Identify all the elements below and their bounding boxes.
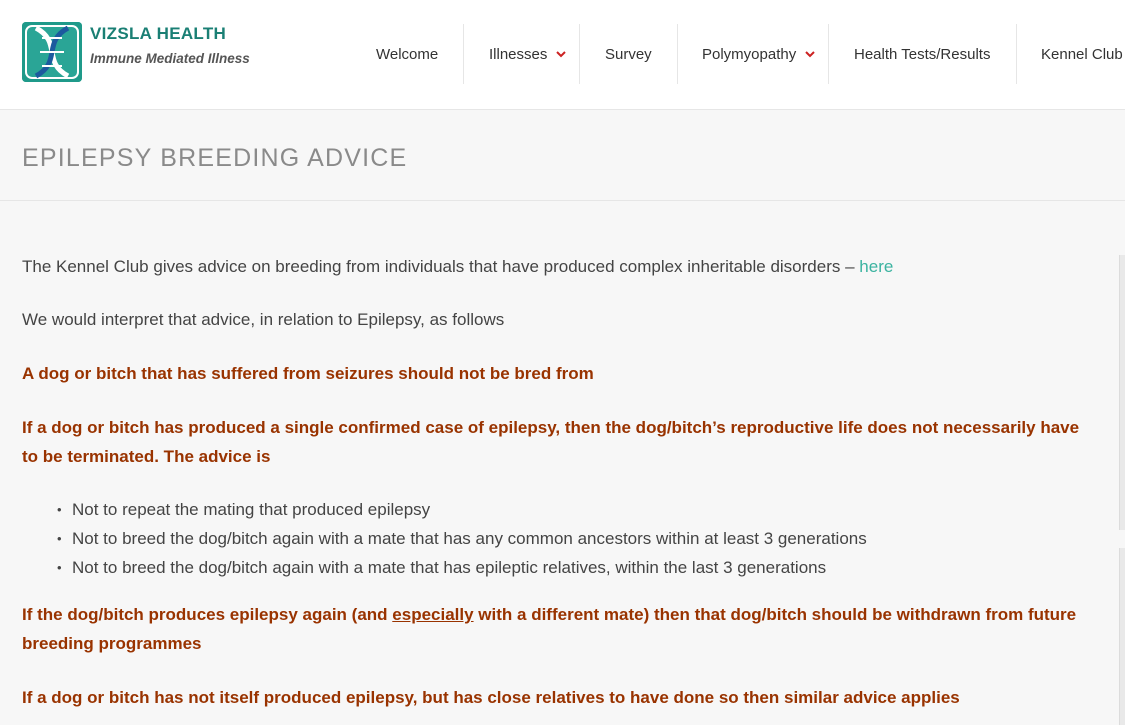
- rule-no-breeding: A dog or bitch that has suffered from se…: [22, 364, 594, 383]
- rule-repeat-epilepsy: If the dog/bitch produces epilepsy again…: [22, 600, 1082, 658]
- nav-divider: [463, 24, 464, 84]
- rule-close-relatives: If a dog or bitch has not itself produce…: [22, 688, 960, 707]
- rule-single-case: If a dog or bitch has produced a single …: [22, 418, 1080, 466]
- sidebar-edge: [1119, 548, 1125, 725]
- site-header: VIZSLA HEALTH Immune Mediated Illness We…: [0, 0, 1125, 110]
- list-item: Not to breed the dog/bitch again with a …: [57, 524, 867, 553]
- nav-item-health-tests[interactable]: Health Tests/Results: [854, 24, 990, 84]
- nav-item-survey[interactable]: Survey: [605, 24, 652, 84]
- nav-item-illnesses[interactable]: Illnesses: [489, 24, 567, 84]
- list-item: Not to repeat the mating that produced e…: [57, 495, 867, 524]
- nav-divider: [1016, 24, 1017, 84]
- nav-divider: [828, 24, 829, 84]
- page-title: EPILEPSY BREEDING ADVICE: [22, 144, 408, 172]
- kennel-club-link[interactable]: here: [859, 257, 893, 276]
- nav-item-label: Illnesses: [489, 45, 548, 63]
- intro-text: The Kennel Club gives advice on breeding…: [22, 257, 855, 276]
- rule3-part-a: If the dog/bitch produces epilepsy again…: [22, 605, 388, 624]
- chevron-down-icon: [556, 51, 567, 58]
- sidebar-edge: [1119, 255, 1125, 530]
- page-title-bar: EPILEPSY BREEDING ADVICE: [0, 111, 1125, 201]
- nav-item-label: Welcome: [376, 45, 439, 63]
- nav-item-polymyopathy[interactable]: Polymyopathy: [702, 24, 816, 84]
- dna-helix-icon: [22, 22, 82, 82]
- rule3-emphasis: especially: [392, 605, 474, 624]
- nav-item-label: Health Tests/Results: [854, 45, 991, 63]
- chevron-down-icon: [805, 51, 815, 58]
- nav-divider: [677, 24, 678, 84]
- intro-paragraph: The Kennel Club gives advice on breeding…: [22, 252, 1082, 281]
- nav-divider: [579, 24, 580, 84]
- nav-item-label: Kennel Club: [1041, 45, 1123, 63]
- list-item: Not to breed the dog/bitch again with a …: [57, 553, 867, 582]
- nav-item-welcome[interactable]: Welcome: [376, 24, 438, 84]
- advice-list: Not to repeat the mating that produced e…: [57, 495, 867, 582]
- nav-item-label: Survey: [605, 45, 652, 63]
- nav-item-label: Polymyopathy: [702, 45, 797, 63]
- brand-subtitle: Immune Mediated Illness: [90, 51, 250, 66]
- interpret-paragraph: We would interpret that advice, in relat…: [22, 310, 505, 329]
- site-logo[interactable]: VIZSLA HEALTH Immune Mediated Illness: [22, 22, 262, 84]
- nav-item-kennel-club[interactable]: Kennel Club: [1041, 24, 1123, 84]
- brand-title: VIZSLA HEALTH: [90, 24, 227, 43]
